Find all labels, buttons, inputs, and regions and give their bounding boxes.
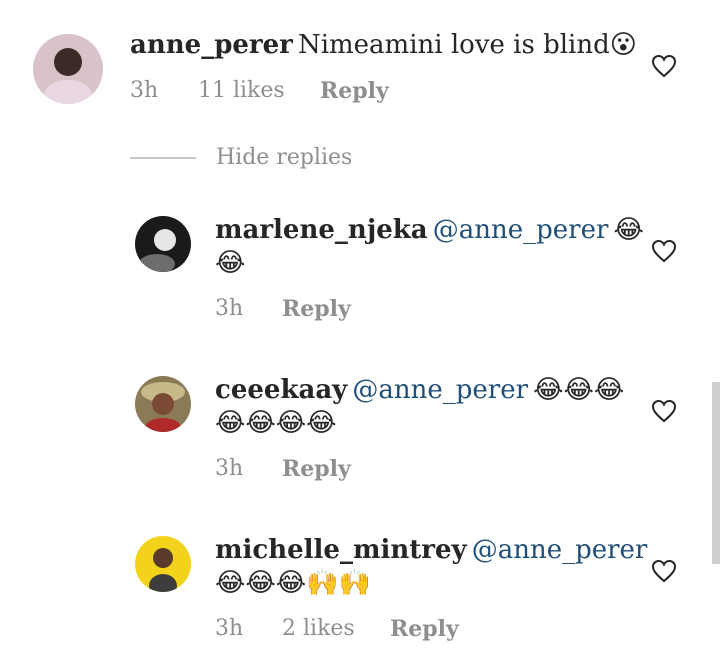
avatar-image — [33, 34, 103, 104]
reply-emoji: 😂 — [613, 215, 644, 245]
reply-time: 3h — [215, 296, 244, 321]
reply-username[interactable]: ceeekaay — [215, 375, 347, 405]
heart-outline-icon[interactable] — [651, 559, 677, 583]
avatar-image — [135, 376, 191, 432]
reply-likes[interactable]: 2 likes — [282, 616, 355, 641]
reply-button[interactable]: Reply — [320, 78, 389, 104]
reply-mention[interactable]: @anne_perer — [472, 535, 648, 565]
avatar-michelle-mintrey[interactable] — [135, 536, 191, 592]
reply-username[interactable]: marlene_njeka — [215, 215, 428, 245]
avatar-marlene-njeka[interactable] — [135, 216, 191, 272]
reply-time: 3h — [215, 616, 244, 641]
avatar-ceeekaay[interactable] — [135, 376, 191, 432]
heart-outline-icon[interactable] — [651, 399, 677, 423]
comment-time: 3h — [130, 78, 159, 103]
comment-text: Nimeamini love is blind — [297, 30, 610, 60]
hide-replies-button[interactable]: Hide replies — [216, 145, 352, 170]
comment-username[interactable]: anne_perer — [130, 30, 293, 60]
reply-button[interactable]: Reply — [390, 616, 459, 642]
replies-divider — [130, 157, 196, 159]
reply-emoji-line2: 😂 — [215, 248, 246, 278]
avatar-anne-perer[interactable] — [33, 34, 103, 104]
comment-emoji: 😮 — [609, 30, 637, 60]
scrollbar[interactable] — [712, 382, 720, 564]
avatar-image — [135, 536, 191, 592]
avatar-image — [135, 216, 191, 272]
reply-button[interactable]: Reply — [282, 456, 351, 482]
reply-time: 3h — [215, 456, 244, 481]
heart-outline-icon[interactable] — [651, 54, 677, 78]
reply-mention[interactable]: @anne_perer — [433, 215, 609, 245]
comment-likes[interactable]: 11 likes — [198, 78, 285, 103]
reply-emoji-line2: 😂😂😂😂 — [215, 408, 337, 438]
reply-username[interactable]: michelle_mintrey — [215, 535, 467, 565]
reply-emoji-line2: 😂😂😂🙌🙌 — [215, 568, 371, 598]
heart-outline-icon[interactable] — [651, 239, 677, 263]
reply-emoji: 😂😂😂 — [533, 375, 625, 405]
reply-mention[interactable]: @anne_perer — [352, 375, 528, 405]
reply-button[interactable]: Reply — [282, 296, 351, 322]
